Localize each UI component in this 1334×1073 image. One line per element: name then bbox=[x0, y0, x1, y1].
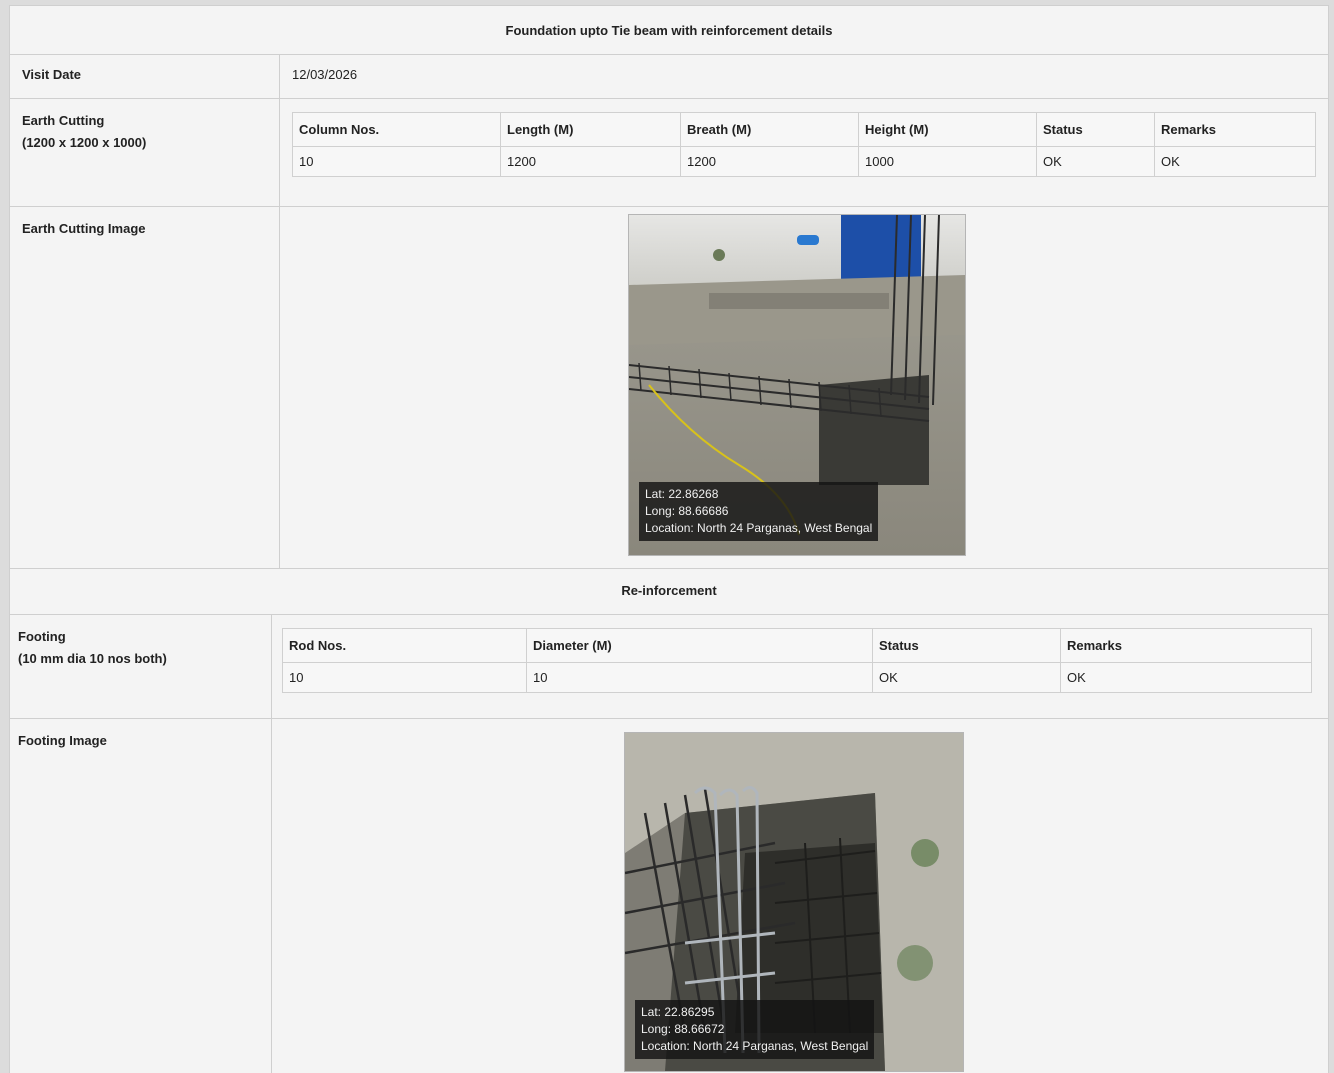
column-header: Diameter (M) bbox=[526, 628, 873, 663]
table-cell: OK bbox=[872, 662, 1061, 693]
latitude-text: Lat: 22.86268 bbox=[645, 487, 719, 501]
table-cell: OK bbox=[1036, 146, 1155, 177]
earth-cutting-sublabel: (1200 x 1200 x 1000) bbox=[22, 135, 147, 150]
column-header: Status bbox=[1036, 112, 1155, 147]
footing-value: Rod Nos. Diameter (M) Status Remarks 10 … bbox=[272, 614, 1328, 718]
table-header-row: Column Nos. Length (M) Breath (M) Height… bbox=[292, 112, 1316, 147]
table-cell: 1200 bbox=[500, 146, 681, 177]
earth-cutting-value: Column Nos. Length (M) Breath (M) Height… bbox=[280, 98, 1328, 206]
earth-cutting-label: Earth Cutting bbox=[22, 113, 105, 128]
footing-image-row: Footing Image Lat: 22.86295 Long: 88.666… bbox=[10, 718, 1328, 1073]
latitude-text: Lat: 22.86295 bbox=[641, 1005, 715, 1019]
visit-date-value: 12/03/2026 bbox=[292, 67, 358, 82]
table-cell: 10 bbox=[292, 146, 501, 177]
column-header: Rod Nos. bbox=[282, 628, 527, 663]
table-cell: OK bbox=[1060, 662, 1312, 693]
footing-image-cell: Lat: 22.86295 Long: 88.66672 Location: N… bbox=[272, 718, 1328, 1073]
longitude-text: Long: 88.66686 bbox=[645, 504, 729, 518]
location-text: Location: North 24 Parganas, West Bengal bbox=[641, 1039, 869, 1053]
table-cell: 1000 bbox=[858, 146, 1037, 177]
geo-tag-overlay: Lat: 22.86295 Long: 88.66672 Location: N… bbox=[635, 1000, 875, 1059]
footing-label: Footing bbox=[18, 629, 66, 644]
report-title: Foundation upto Tie beam with reinforcem… bbox=[10, 6, 1328, 55]
column-header: Remarks bbox=[1060, 628, 1312, 663]
footing-table: Rod Nos. Diameter (M) Status Remarks 10 … bbox=[282, 628, 1312, 693]
visit-date-label: Visit Date bbox=[10, 54, 280, 98]
column-header: Height (M) bbox=[858, 112, 1037, 147]
visit-date-row: Visit Date 12/03/2026 bbox=[10, 54, 1328, 99]
footing-sublabel: (10 mm dia 10 nos both) bbox=[18, 651, 167, 666]
column-header: Remarks bbox=[1154, 112, 1316, 147]
earth-cutting-image-row: Earth Cutting Image Lat: 22.86268 Long: … bbox=[10, 206, 1328, 569]
footing-image-label: Footing Image bbox=[10, 718, 272, 1073]
column-header: Breath (M) bbox=[680, 112, 859, 147]
earth-cutting-row: Earth Cutting (1200 x 1200 x 1000) Colum… bbox=[10, 98, 1328, 207]
column-header: Status bbox=[872, 628, 1061, 663]
table-row: 10 10 OK OK bbox=[282, 662, 1312, 693]
table-cell: 1200 bbox=[680, 146, 859, 177]
earth-cutting-photo[interactable]: Lat: 22.86268 Long: 88.66686 Location: N… bbox=[628, 214, 966, 556]
footing-label-cell: Footing (10 mm dia 10 nos both) bbox=[10, 614, 272, 718]
footing-photo[interactable]: Lat: 22.86295 Long: 88.66672 Location: N… bbox=[624, 732, 964, 1072]
report-sheet: Foundation upto Tie beam with reinforcem… bbox=[10, 6, 1328, 1073]
column-header: Column Nos. bbox=[292, 112, 501, 147]
geo-tag-overlay: Lat: 22.86268 Long: 88.66686 Location: N… bbox=[639, 482, 879, 541]
table-cell: OK bbox=[1154, 146, 1316, 177]
column-header: Length (M) bbox=[500, 112, 681, 147]
earth-cutting-label-cell: Earth Cutting (1200 x 1200 x 1000) bbox=[10, 98, 280, 206]
table-row: 10 1200 1200 1000 OK OK bbox=[292, 146, 1316, 177]
table-header-row: Rod Nos. Diameter (M) Status Remarks bbox=[282, 628, 1312, 663]
table-cell: 10 bbox=[526, 662, 873, 693]
earth-cutting-image-label: Earth Cutting Image bbox=[10, 206, 280, 568]
earth-cutting-image-cell: Lat: 22.86268 Long: 88.66686 Location: N… bbox=[280, 206, 1328, 568]
location-text: Location: North 24 Parganas, West Bengal bbox=[645, 521, 873, 535]
reinforcement-title: Re-inforcement bbox=[10, 568, 1328, 615]
table-cell: 10 bbox=[282, 662, 527, 693]
longitude-text: Long: 88.66672 bbox=[641, 1022, 725, 1036]
earth-cutting-table: Column Nos. Length (M) Breath (M) Height… bbox=[292, 112, 1316, 177]
footing-row: Footing (10 mm dia 10 nos both) Rod Nos.… bbox=[10, 614, 1328, 719]
